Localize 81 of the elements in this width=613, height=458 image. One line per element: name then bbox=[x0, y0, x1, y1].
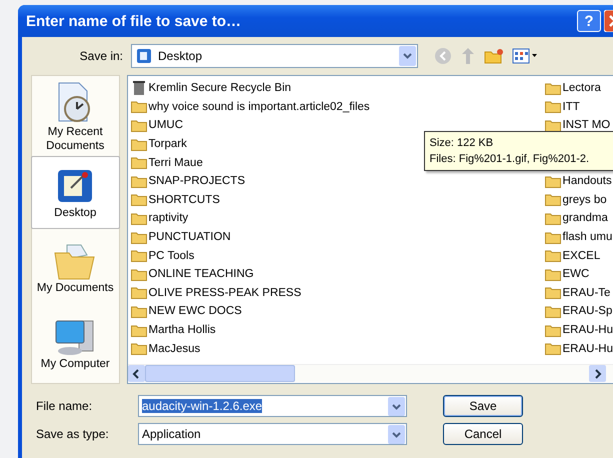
folder-icon bbox=[544, 212, 561, 225]
file-list-item[interactable]: why voice sound is important.article02_files bbox=[130, 98, 545, 116]
file-list-item[interactable]: ERAU-Sp bbox=[544, 302, 613, 321]
folder-icon bbox=[130, 268, 147, 281]
folder-icon bbox=[544, 174, 561, 188]
folder-icon bbox=[130, 342, 147, 356]
file-list-item[interactable]: flash umu bbox=[544, 228, 613, 246]
folder-icon bbox=[130, 230, 147, 244]
file-list-item[interactable]: Handouts bbox=[544, 172, 613, 191]
save-as-type-dropdown[interactable]: Application bbox=[138, 423, 407, 445]
folder-icon bbox=[544, 82, 561, 95]
horizontal-scrollbar[interactable] bbox=[128, 364, 613, 382]
folder-icon bbox=[544, 100, 561, 114]
file-list-item[interactable]: greys bo bbox=[544, 190, 613, 210]
file-list-item[interactable]: ERAU-Hu bbox=[544, 320, 613, 340]
folder-icon bbox=[130, 212, 147, 225]
folder-icon bbox=[130, 249, 147, 262]
file-list-item[interactable]: NEW EWC DOCS bbox=[130, 302, 545, 321]
window-title: Enter name of file to save to… bbox=[25, 12, 242, 30]
folder-icon bbox=[544, 249, 561, 262]
save-in-dropdown[interactable]: Desktop bbox=[131, 44, 418, 68]
folder-icon bbox=[544, 268, 561, 281]
save-in-value: Desktop bbox=[158, 49, 204, 63]
file-list-item[interactable]: PC Tools bbox=[130, 246, 545, 265]
file-list-item[interactable]: SHORTCUTS bbox=[130, 190, 545, 210]
file-list-item[interactable]: EXCEL bbox=[544, 246, 613, 265]
file-name-label: File name: bbox=[35, 399, 94, 413]
folder-icon bbox=[130, 100, 147, 114]
file-list-item[interactable]: ERAU-Hu bbox=[544, 339, 613, 358]
folder-icon bbox=[544, 230, 561, 244]
folder-icon bbox=[544, 286, 561, 300]
file-list-item[interactable]: SNAP-PROJECTS bbox=[130, 172, 545, 191]
places-item[interactable]: Desktop bbox=[31, 156, 120, 229]
file-list-item[interactable]: Martha Hollis bbox=[130, 320, 545, 340]
tooltip-text: Files: Fig%201-1.gif, Fig%201-2. bbox=[430, 152, 590, 167]
file-list-item[interactable]: INST MO bbox=[544, 116, 613, 135]
file-list-item[interactable]: ITT bbox=[544, 98, 613, 116]
folder-icon bbox=[130, 286, 147, 300]
file-list-item[interactable]: UMUC bbox=[130, 116, 545, 135]
places-item[interactable]: My Recent Documents bbox=[31, 80, 120, 154]
save-as-type-label: Save as type: bbox=[35, 427, 110, 441]
new-folder-icon[interactable] bbox=[484, 48, 504, 64]
file-list-item[interactable]: raptivity bbox=[130, 209, 545, 228]
places-label: My Documents bbox=[36, 280, 115, 294]
file-list-item[interactable]: OLIVE PRESS-PEAK PRESS bbox=[130, 284, 545, 302]
file-list-item[interactable]: EWC bbox=[544, 264, 613, 284]
file-name-field[interactable]: audacity-win-1.2.6.exe bbox=[138, 395, 407, 417]
save-in-label: Save in: bbox=[78, 49, 123, 63]
places-label: Desktop bbox=[53, 206, 98, 220]
scrollbar-thumb[interactable] bbox=[144, 365, 295, 382]
folder-icon bbox=[544, 193, 561, 206]
file-list-item[interactable]: Kremlin Secure Recycle Bin bbox=[130, 79, 545, 98]
views-menu-icon[interactable] bbox=[512, 48, 538, 64]
cancel-button[interactable]: Cancel bbox=[443, 423, 523, 445]
folder-icon bbox=[130, 193, 147, 206]
file-list-item[interactable]: ERAU-Te bbox=[544, 284, 613, 302]
help-button[interactable]: ? bbox=[577, 10, 601, 32]
folder-icon bbox=[130, 118, 147, 132]
folder-icon bbox=[130, 324, 147, 337]
scroll-left-icon[interactable] bbox=[128, 365, 145, 382]
file-list-item[interactable]: MacJesus bbox=[130, 339, 545, 358]
folder-icon bbox=[130, 174, 147, 188]
file-list-item[interactable]: grandma bbox=[544, 209, 613, 228]
folder-icon bbox=[544, 342, 561, 356]
folder-icon bbox=[544, 324, 561, 337]
tooltip-text: Size: 122 KB bbox=[430, 136, 494, 151]
file-list-item[interactable]: Lectora bbox=[544, 79, 613, 98]
scroll-right-icon[interactable] bbox=[589, 365, 606, 382]
places-label: My Computer bbox=[40, 356, 111, 370]
trash-bin-icon bbox=[130, 80, 147, 96]
places-item[interactable]: My Documents bbox=[31, 231, 120, 304]
folder-icon bbox=[130, 156, 147, 170]
folder-icon bbox=[544, 304, 561, 318]
places-item[interactable]: My Computer bbox=[31, 306, 120, 379]
places-label: My Recent Documents bbox=[45, 125, 106, 153]
file-list-item[interactable]: PUNCTUATION bbox=[130, 228, 545, 246]
save-button[interactable]: Save bbox=[443, 395, 523, 417]
folder-icon bbox=[130, 304, 147, 318]
desktop-icon bbox=[136, 48, 152, 64]
folder-icon bbox=[130, 138, 147, 151]
file-list-item[interactable]: ONLINE TEACHING bbox=[130, 264, 545, 284]
